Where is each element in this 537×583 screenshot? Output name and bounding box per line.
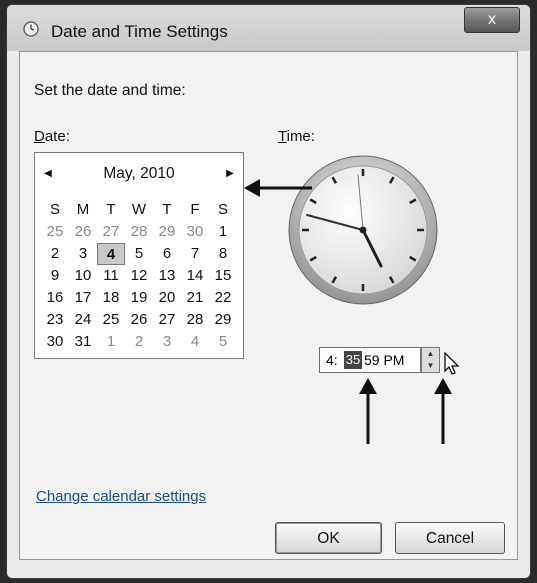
change-calendar-settings-link[interactable]: Change calendar settings <box>36 488 206 505</box>
date-time-dialog: Date and Time Settings x Set the date an… <box>6 4 531 579</box>
arrow-left-icon <box>244 179 312 197</box>
cancel-button[interactable]: Cancel <box>395 522 505 554</box>
arrow-up-icon <box>359 378 377 444</box>
clock-icon <box>23 21 39 37</box>
window-title: Date and Time Settings <box>51 22 228 41</box>
annotation-arrows <box>244 179 452 444</box>
dialog-body: Set the date and time: Date: Time: May, … <box>19 51 518 560</box>
arrow-up-icon <box>434 378 452 444</box>
close-button[interactable]: x <box>464 7 520 33</box>
ok-button[interactable]: OK <box>275 522 382 554</box>
title-bar[interactable]: Date and Time Settings x <box>7 5 530 51</box>
